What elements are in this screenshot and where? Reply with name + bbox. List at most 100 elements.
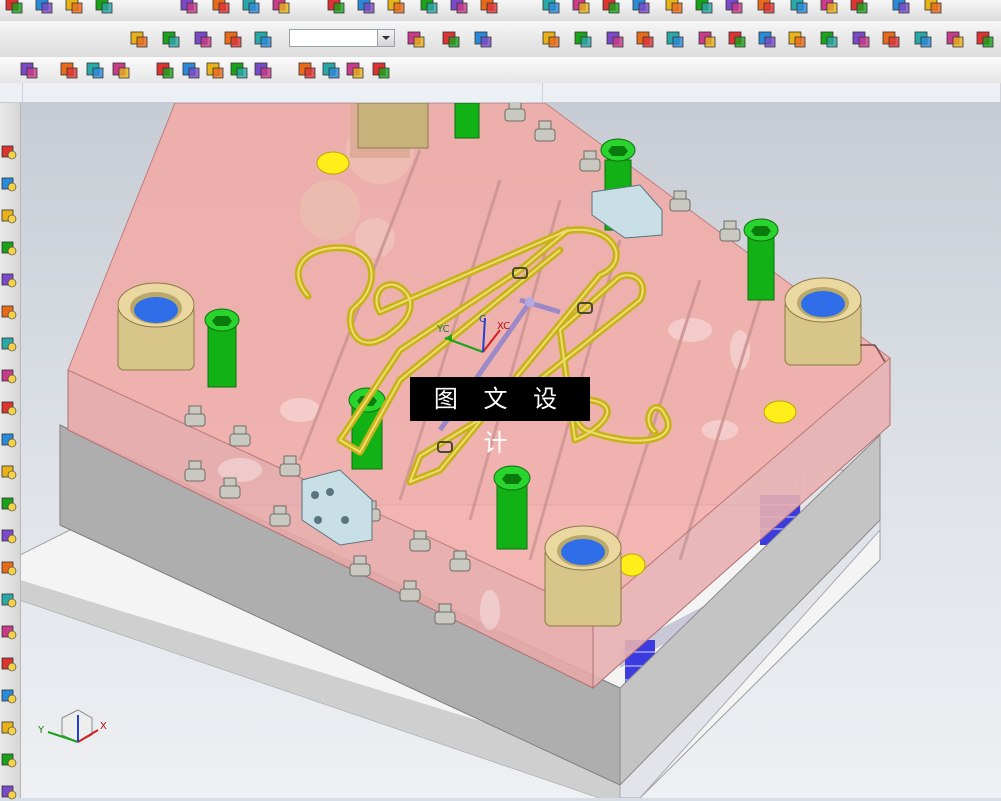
grid-table-icon[interactable] (890, 0, 912, 16)
sketch-icon[interactable] (3, 0, 25, 16)
stack-icon[interactable] (630, 0, 652, 16)
left-tool-icon[interactable] (0, 367, 18, 385)
left-tool-icon[interactable] (0, 495, 18, 513)
graphics-viewport[interactable]: YC XC C X Y 图 文 设 计 (21, 103, 1001, 798)
filter-combo[interactable] (289, 29, 395, 47)
snap-icon[interactable] (110, 59, 132, 81)
parallel-icon[interactable] (818, 28, 840, 50)
arrow-box-icon[interactable] (405, 28, 427, 50)
grid-color-icon[interactable] (696, 28, 718, 50)
intersect-icon[interactable] (320, 59, 342, 81)
view-tab-strip (0, 83, 1001, 103)
thumb-icon[interactable] (222, 28, 244, 50)
stack-color-icon[interactable] (880, 28, 902, 50)
tab-segment[interactable] (22, 83, 543, 102)
wcs-label-zc: C (479, 314, 486, 325)
line-icon[interactable] (756, 28, 778, 50)
curve-icon[interactable] (472, 28, 494, 50)
circle-center-icon[interactable] (228, 59, 250, 81)
move-icon[interactable] (448, 0, 470, 16)
select-rect-icon[interactable] (18, 59, 40, 81)
layer-icon[interactable] (540, 0, 562, 16)
tools-icon[interactable] (478, 0, 500, 16)
layer-icon[interactable] (634, 28, 656, 50)
red-box-icon[interactable] (540, 28, 562, 50)
bridge-icon[interactable] (723, 0, 745, 16)
chevron-down-icon[interactable] (377, 30, 394, 46)
left-tool-icon[interactable] (0, 687, 18, 705)
filter-icon[interactable] (370, 59, 392, 81)
socket-bolt (454, 103, 480, 139)
tab-segment[interactable] (542, 83, 1001, 102)
left-tool-icon[interactable] (0, 655, 18, 673)
gear-cluster-icon[interactable] (128, 28, 150, 50)
left-tool-icon[interactable] (0, 463, 18, 481)
palette-icon[interactable] (664, 28, 686, 50)
curve-icon[interactable] (180, 59, 202, 81)
left-tool-icon[interactable] (0, 303, 18, 321)
pattern-icon[interactable] (84, 59, 106, 81)
grid-icon[interactable] (355, 0, 377, 16)
left-tool-icon[interactable] (0, 271, 18, 289)
cube-icon[interactable] (385, 0, 407, 16)
corner-icon[interactable] (974, 28, 996, 50)
left-tool-icon[interactable] (0, 751, 18, 769)
left-tool-icon[interactable] (0, 559, 18, 577)
left-tool-icon[interactable] (0, 431, 18, 449)
cut-icon[interactable] (252, 28, 274, 50)
left-tool-icon[interactable] (0, 527, 18, 545)
left-tool-icon[interactable] (0, 399, 18, 417)
wrench-icon[interactable] (192, 28, 214, 50)
wcs-label-xc: XC (497, 321, 510, 332)
isometric-icon[interactable] (912, 28, 934, 50)
ejector-marker (618, 553, 646, 577)
left-tool-icon[interactable] (0, 591, 18, 609)
lamp-icon[interactable] (818, 0, 840, 16)
check-icon[interactable] (178, 0, 200, 16)
shade-icon[interactable] (570, 0, 592, 16)
diamond-icon[interactable] (572, 28, 594, 50)
left-tool-icon[interactable] (0, 207, 18, 225)
left-tool-icon[interactable] (0, 143, 18, 161)
truck-icon[interactable] (693, 0, 715, 16)
view-icon[interactable] (270, 0, 292, 16)
left-tool-icon[interactable] (0, 783, 18, 801)
guide-bushing (117, 282, 195, 371)
left-tool-icon[interactable] (0, 175, 18, 193)
box-icon[interactable] (418, 0, 440, 16)
left-tool-icon[interactable] (0, 623, 18, 641)
fill-icon[interactable] (600, 0, 622, 16)
settings-icon[interactable] (848, 0, 870, 16)
analysis-icon[interactable] (325, 0, 347, 16)
toolbar-row-3 (0, 57, 1001, 84)
image-icon[interactable] (755, 0, 777, 16)
point-icon[interactable] (252, 59, 274, 81)
plus-icon[interactable] (296, 59, 318, 81)
left-tool-icon[interactable] (0, 719, 18, 737)
socket-bolt (493, 465, 531, 550)
edit-icon[interactable] (240, 0, 262, 16)
target-icon[interactable] (786, 28, 808, 50)
ejector-marker (316, 151, 350, 175)
tangent-icon[interactable] (344, 59, 366, 81)
shape-icon[interactable] (58, 59, 80, 81)
blue-cube-icon[interactable] (604, 28, 626, 50)
left-tool-icon[interactable] (0, 239, 18, 257)
view-grid-icon[interactable] (850, 28, 872, 50)
cylinder-icon[interactable] (93, 0, 115, 16)
window-icon[interactable] (922, 0, 944, 16)
scale-icon[interactable] (663, 0, 685, 16)
cube-yellow-icon[interactable] (440, 28, 462, 50)
chain-icon[interactable] (160, 28, 182, 50)
gear-icon[interactable] (788, 0, 810, 16)
angle-icon[interactable] (944, 28, 966, 50)
line-icon[interactable] (154, 59, 176, 81)
split-icon[interactable] (726, 28, 748, 50)
left-tool-icon[interactable] (0, 335, 18, 353)
dimension-icon[interactable] (33, 0, 55, 16)
tab-segment[interactable] (0, 83, 23, 102)
table-icon[interactable] (210, 0, 232, 16)
home-icon[interactable] (63, 0, 85, 16)
perpendicular-icon[interactable] (204, 59, 226, 81)
socket-bolt (743, 218, 779, 301)
